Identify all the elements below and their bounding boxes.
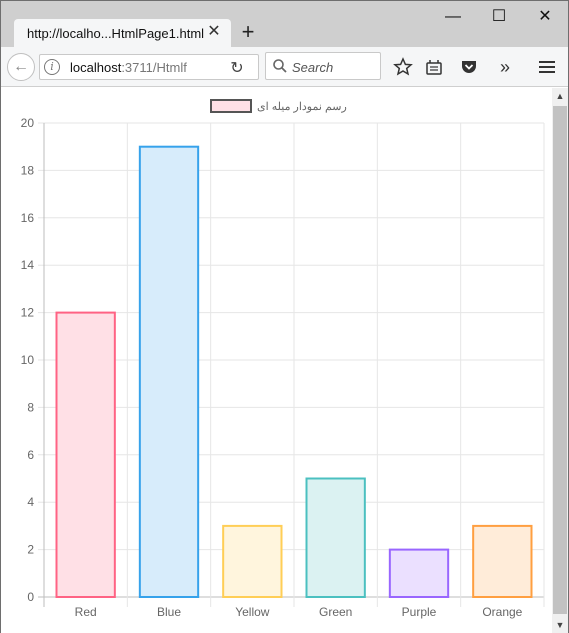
search-icon (273, 59, 287, 73)
y-tick-label: 18 (21, 163, 35, 177)
tab-title: http://localho...HtmlPage1.html (27, 26, 205, 41)
x-tick-label: Yellow (235, 605, 270, 619)
overflow-chevrons-icon[interactable]: » (495, 57, 515, 77)
reload-icon[interactable]: ↻ (227, 58, 247, 78)
scroll-up-icon[interactable]: ▲ (552, 88, 568, 104)
vertical-scrollbar[interactable]: ▲ ▼ (552, 88, 568, 633)
browser-window: http://localho...HtmlPage1.html ✕ + — ☐ … (0, 0, 569, 633)
maximize-icon[interactable]: ☐ (476, 1, 522, 33)
y-tick-label: 20 (21, 116, 35, 130)
search-input[interactable]: Search (265, 52, 381, 80)
search-placeholder: Search (292, 60, 334, 75)
bookmark-star-icon[interactable] (393, 57, 413, 77)
minimize-icon[interactable]: — (430, 1, 476, 33)
bar-chart: 0 2 4 6 8 10 12 14 16 18 20 Red Blue Yellow Green Purpl… (21, 99, 545, 619)
info-icon[interactable]: i (44, 59, 60, 75)
bar-green (305, 477, 366, 598)
x-tick-label: Blue (157, 605, 181, 619)
bar-blue (138, 145, 200, 598)
pocket-icon[interactable] (459, 57, 479, 77)
x-tick-label: Red (75, 605, 97, 619)
x-tick-label: Purple (402, 605, 437, 619)
scroll-thumb[interactable] (553, 106, 567, 614)
y-tick-label: 4 (27, 495, 34, 509)
close-tab-icon[interactable]: ✕ (205, 22, 223, 42)
y-tick-label: 2 (27, 543, 34, 557)
legend-swatch (210, 99, 252, 113)
plus-icon[interactable]: + (237, 20, 259, 44)
url-host: localhost (70, 60, 122, 75)
y-tick-label: 12 (21, 306, 35, 320)
bar-red (55, 311, 116, 598)
bar-purple (388, 548, 450, 599)
bar-yellow (222, 524, 283, 598)
y-tick-label: 14 (21, 258, 35, 272)
legend-label: رسم نمودار میله ای (257, 101, 347, 113)
bar-orange (472, 524, 533, 598)
y-tick-label: 6 (27, 448, 34, 462)
page-content: 0 2 4 6 8 10 12 14 16 18 20 Red Blue Yellow Green Purpl… (1, 88, 552, 633)
scroll-down-icon[interactable]: ▼ (552, 617, 568, 633)
url-path: :3711/Htmlf (121, 60, 187, 75)
close-window-icon[interactable]: ✕ (522, 1, 568, 33)
y-tick-label: 10 (21, 353, 35, 367)
tab-active[interactable]: http://localho...HtmlPage1.html ✕ (14, 19, 231, 47)
url-text: localhost:3711/Htmlf (70, 60, 187, 75)
x-tick-label: Orange (482, 605, 522, 619)
x-tick-label: Green (319, 605, 352, 619)
y-tick-label: 0 (27, 590, 34, 604)
navigation-bar: ← i localhost:3711/Htmlf ↻ Search » (1, 47, 568, 87)
y-tick-label: 16 (21, 211, 35, 225)
url-bar[interactable]: i localhost:3711/Htmlf (39, 54, 259, 80)
hamburger-menu-icon[interactable] (537, 57, 557, 77)
y-tick-label: 8 (27, 400, 34, 414)
back-arrow-icon[interactable]: ← (7, 53, 35, 81)
library-icon[interactable] (424, 57, 444, 77)
title-bar: http://localho...HtmlPage1.html ✕ + — ☐ … (1, 1, 568, 47)
